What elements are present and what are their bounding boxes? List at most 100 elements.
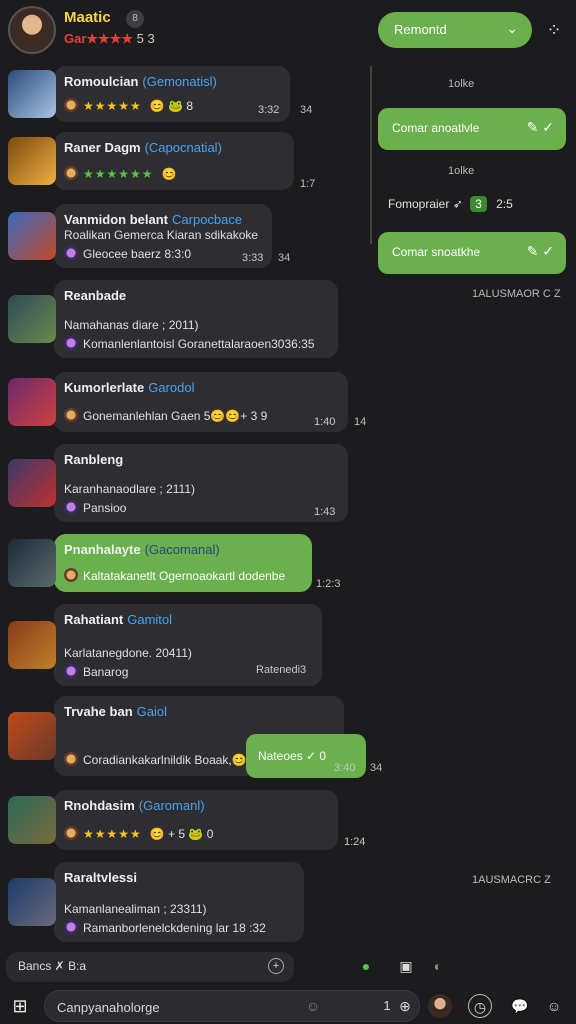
badge-count: 8 (126, 10, 144, 28)
item-line: Roalikan Gemerca Kiaran sdikakoke (64, 228, 259, 242)
location-icon[interactable]: ● (354, 954, 378, 978)
chat-list-item[interactable]: Pnanhalayte (Gacomanal) Kaltatakanetlt Oge… (54, 534, 312, 592)
side-timestamp: 1:2:3 (316, 578, 341, 590)
chat-icon[interactable]: 💬 (508, 994, 532, 1018)
item-line: Karanhanaodlare ; 2111) (64, 482, 195, 496)
chat-list-item[interactable]: Raraltvlessi Kamanlanealiman ; 23311) Rama… (54, 862, 304, 942)
status-row: Fomopraier ➶ 3 2:5 (388, 196, 513, 212)
game-thumbnail[interactable] (8, 878, 56, 926)
item-title: Romoulcian (Gemonatisl) (64, 74, 217, 89)
chat-header: Maatic 8 Gar★★★★ 5 3 Remontd ⌄ ⁘ (0, 0, 576, 60)
check-icon[interactable]: ✎ ✓ (527, 119, 554, 136)
game-thumbnail[interactable] (8, 137, 56, 185)
clock-icon[interactable]: ◷ (468, 994, 492, 1018)
time-label: 1olke (448, 78, 475, 90)
item-tag: Garodol (148, 380, 195, 395)
quick-chip-bar[interactable]: Bancs ✗ B:a + (6, 952, 294, 982)
chat-list-item[interactable]: Romoulcian (Gemonatisl) ★★★★★ 😊 🐸 8 (54, 66, 290, 122)
item-title: Reanbade (64, 288, 127, 303)
smile-icon[interactable]: ☺ (542, 994, 566, 1018)
emoji-icon[interactable]: ☺ (301, 994, 325, 1018)
message-input[interactable] (57, 997, 287, 1017)
chat-list-item[interactable]: Vanmidon belant Carpocbace Roalikan Gemerc… (54, 204, 272, 268)
timestamp: 3:40 (334, 762, 356, 774)
game-thumbnail[interactable] (8, 621, 56, 669)
item-tag: Gamitol (127, 612, 173, 627)
item-title: Raner Dagm (Capocnatial) (64, 140, 222, 155)
mini-avatar (64, 246, 78, 260)
item-line: Ramanborlenelckdening lar 18 :32 (64, 920, 266, 935)
mini-avatar (64, 826, 78, 840)
game-thumbnail[interactable] (8, 539, 56, 587)
item-title: Rnohdasim (Garomanl) (64, 798, 205, 813)
item-line: Komanlenlantoisl Goranettalaraoen3036:35 (64, 336, 315, 351)
item-line: ★★★★★ 😊 🐸 8 (64, 98, 193, 113)
item-title: Raraltvlessi (64, 870, 137, 885)
menu-dots-icon[interactable]: ⁘ (540, 16, 568, 44)
item-line: Kaltatakanetlt Ogernoaokartl dodenbe (64, 568, 285, 583)
chat-title: Maatic (64, 9, 111, 26)
item-line: Pansioo (64, 500, 126, 515)
top-status-button[interactable]: Remontd ⌄ (378, 12, 532, 48)
side-timestamp: 34 (370, 762, 383, 774)
chevron-down-icon: ⌄ (506, 20, 518, 36)
item-title: Rahatiant Gamitol (64, 612, 173, 627)
mini-avatar (64, 336, 78, 350)
game-thumbnail[interactable] (8, 796, 56, 844)
apps-grid-icon[interactable]: ⊞ (8, 994, 32, 1018)
game-thumbnail[interactable] (8, 459, 56, 507)
timestamp: 1:43 (314, 506, 336, 518)
sticker-icon[interactable]: ▣ (394, 954, 418, 978)
thread-line (370, 66, 372, 244)
mini-avatar (64, 98, 78, 112)
item-line: Gleocee baerz 8:3:0 (64, 246, 191, 261)
time-label: 1olke (448, 165, 475, 177)
message-bubble[interactable]: Comar anoatlvle ✎ ✓ (378, 108, 566, 150)
add-icon[interactable]: + (268, 958, 284, 974)
item-tag: Carpocbace (172, 212, 243, 227)
item-line: Kamanlanealiman ; 23311) (64, 902, 207, 916)
item-line: Coradiankakarlnildik Boaak,😊 (64, 752, 247, 767)
side-timestamp: 1AUSMACRC Z (472, 874, 551, 886)
chat-list-item[interactable]: Rnohdasim (Garomanl) ★★★★★ 😊 + 5 🐸 0 (54, 790, 338, 850)
rating-line: Gar★★★★ 5 3 (64, 31, 155, 46)
timestamp: 3:32 (258, 104, 280, 116)
timestamp: 1:24 (344, 836, 366, 848)
mini-avatar (64, 664, 78, 678)
profile-avatar[interactable] (8, 6, 56, 54)
item-title: Kumorlerlate Garodol (64, 380, 195, 395)
game-thumbnail[interactable] (8, 70, 56, 118)
user-avatar[interactable] (428, 994, 452, 1018)
chat-list-item[interactable]: Kumorlerlate Garodol Gonemanlehlan Gaen 5😊… (54, 372, 348, 432)
chat-list-item[interactable]: Raner Dagm (Capocnatial) ★★★★★★ 😊 (54, 132, 294, 190)
mini-avatar (64, 920, 78, 934)
message-input-bar[interactable]: ☺ 1 ⊕ (44, 990, 420, 1022)
mini-avatar (64, 752, 78, 766)
settings-icon[interactable]: ◐ (426, 954, 450, 978)
check-icon[interactable]: ✎ ✓ (527, 243, 554, 260)
item-title: Ranbleng (64, 452, 124, 467)
attach-icon[interactable]: ⊕ (393, 994, 417, 1018)
status-chip: 3 (470, 196, 487, 212)
item-title: Pnanhalayte (Gacomanal) (64, 542, 220, 557)
side-timestamp: 14 (354, 416, 367, 428)
mini-avatar (64, 166, 78, 180)
time-label: 1ALUSMAOR C Z (472, 288, 561, 300)
game-thumbnail[interactable] (8, 212, 56, 260)
item-tag: (Capocnatial) (144, 140, 222, 155)
item-tag: (Garomanl) (138, 798, 205, 813)
game-thumbnail[interactable] (8, 712, 56, 760)
timestamp: 3:33 (242, 252, 264, 264)
chat-list-item[interactable]: Reanbade Namahanas diare ; 2011) Komanlenl… (54, 280, 338, 358)
message-bubble[interactable]: Comar snoatkhe ✎ ✓ (378, 232, 566, 274)
game-thumbnail[interactable] (8, 378, 56, 426)
item-line: Namahanas diare ; 2011) (64, 318, 199, 332)
timestamp: Ratenedi3 (256, 664, 307, 676)
item-line: Banarog (64, 664, 128, 679)
item-line: ★★★★★ 😊 + 5 🐸 0 (64, 826, 213, 841)
item-line: ★★★★★★ 😊 (64, 166, 177, 181)
chat-list-item[interactable]: Ranbleng Karanhanaodlare ; 2111) Pansioo (54, 444, 348, 522)
item-tag: (Gemonatisl) (142, 74, 217, 89)
game-thumbnail[interactable] (8, 295, 56, 343)
mini-avatar (64, 408, 78, 422)
